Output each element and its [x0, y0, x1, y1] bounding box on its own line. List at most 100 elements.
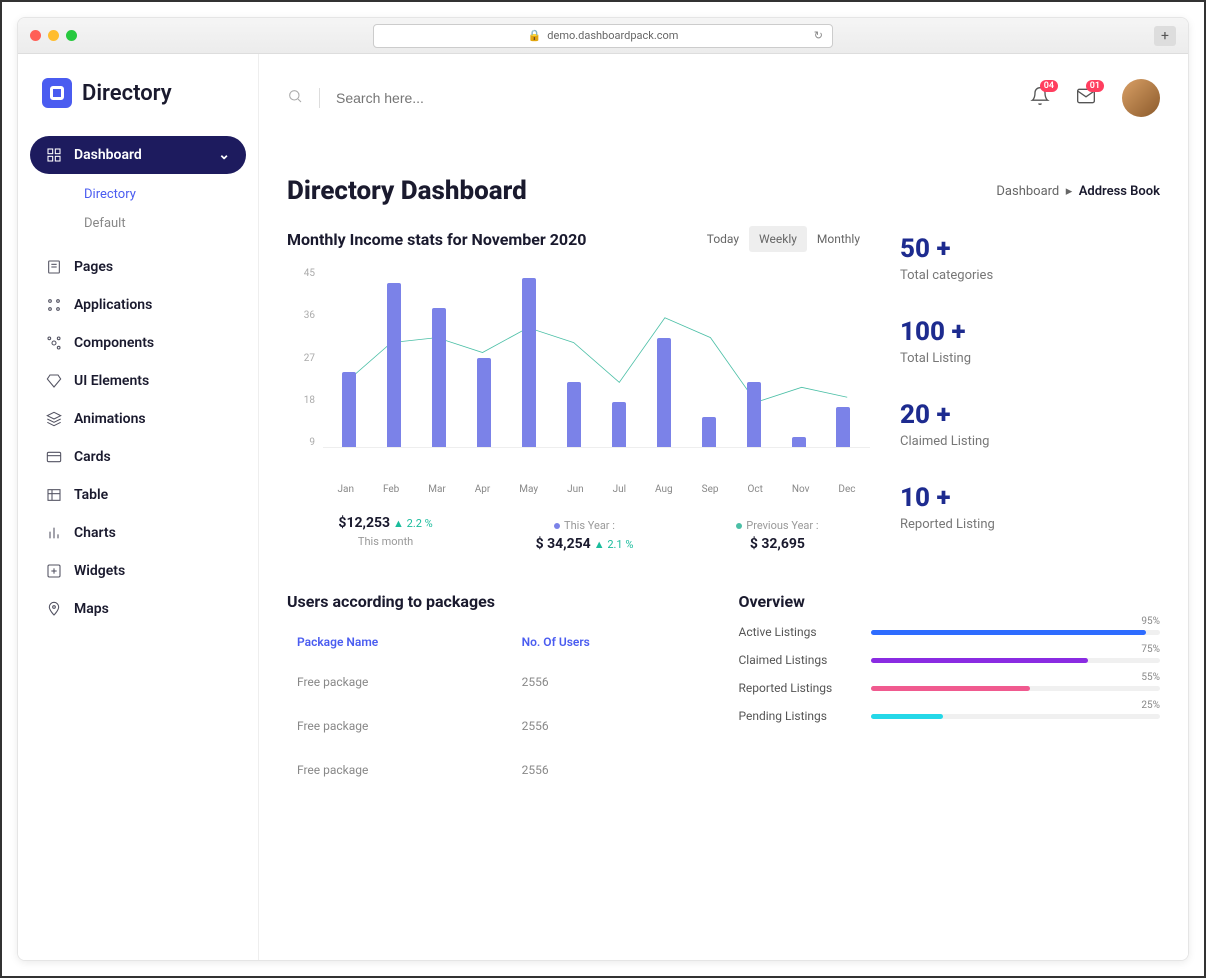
chart-bar	[836, 407, 850, 447]
sidebar-item-maps[interactable]: Maps	[30, 590, 246, 628]
stat-prev-year: Previous Year : $ 32,695	[736, 515, 818, 552]
chevron-down-icon: ⌄	[218, 147, 230, 163]
sidebar-item-components[interactable]: Components	[30, 324, 246, 362]
sidebar-item-label: Applications	[74, 297, 152, 313]
layers-icon	[46, 411, 62, 427]
sidebar-item-label: Maps	[74, 601, 109, 617]
breadcrumb-item[interactable]: Address Book	[1079, 184, 1160, 199]
sidebar-item-ui-elements[interactable]: UI Elements	[30, 362, 246, 400]
sidebar-item-charts[interactable]: Charts	[30, 514, 246, 552]
pages-icon	[46, 259, 62, 275]
progress-bar: 55%	[871, 686, 1161, 691]
side-stats: 50 +Total categories100 +Total Listing20…	[900, 226, 1160, 552]
cell-package-name: Free package	[289, 705, 512, 747]
x-tick: Feb	[383, 484, 399, 495]
x-tick: Nov	[792, 484, 810, 495]
chart-bar	[432, 308, 446, 447]
side-stat: 10 + Reported Listing	[900, 483, 1160, 532]
new-tab-button[interactable]: +	[1154, 26, 1176, 46]
table-row: Free package2556	[289, 705, 707, 747]
sidebar-item-label: Charts	[74, 525, 116, 541]
breadcrumb-item[interactable]: Dashboard	[996, 184, 1059, 199]
stat-value: 10 +	[900, 483, 1160, 513]
sidebar-item-label: Widgets	[74, 563, 125, 579]
overview-item: Claimed Listings75%	[739, 653, 1161, 667]
sidebar-sub-default[interactable]: Default	[84, 209, 246, 238]
messages-button[interactable]: 01	[1076, 86, 1096, 110]
x-tick: Sep	[702, 484, 719, 495]
chart-bar	[657, 338, 671, 447]
sidebar: Directory Dashboard ⌄ Directory Default …	[18, 54, 258, 960]
brand-logo[interactable]: Directory	[18, 78, 258, 136]
overview-label: Reported Listings	[739, 681, 859, 695]
x-tick: Dec	[838, 484, 855, 495]
stat-this-year: This Year : $ 34,254 ▲ 2.1 %	[536, 515, 634, 552]
sidebar-item-label: Animations	[74, 411, 146, 427]
stat-value: 20 +	[900, 400, 1160, 430]
chart-bar	[612, 402, 626, 447]
progress-pct: 95%	[1141, 616, 1160, 627]
url-bar[interactable]: 🔒demo.dashboardpack.com ↻	[373, 24, 833, 48]
page-title: Directory Dashboard	[287, 176, 527, 206]
browser-window: 🔒demo.dashboardpack.com ↻ + Directory Da…	[17, 17, 1189, 961]
table-row: Free package2556	[289, 661, 707, 703]
refresh-icon[interactable]: ↻	[814, 29, 823, 42]
chart-bar	[702, 417, 716, 447]
minimize-window-button[interactable]	[48, 30, 59, 41]
overview-title: Overview	[739, 592, 1161, 611]
sidebar-item-widgets[interactable]: Widgets	[30, 552, 246, 590]
diamond-icon	[46, 373, 62, 389]
sidebar-sub-directory[interactable]: Directory	[84, 180, 246, 209]
notification-badge: 04	[1040, 80, 1058, 92]
sidebar-item-cards[interactable]: Cards	[30, 438, 246, 476]
chart-bar	[522, 278, 536, 447]
x-tick: Mar	[428, 484, 446, 495]
table-header: Package Name	[289, 625, 512, 659]
breadcrumb: Dashboard ▸ Address Book	[996, 184, 1160, 199]
x-tick: Jun	[567, 484, 584, 495]
x-tick: Jan	[337, 484, 353, 495]
x-tick: May	[519, 484, 538, 495]
side-stat: 20 + Claimed Listing	[900, 400, 1160, 449]
segment-today[interactable]: Today	[697, 226, 749, 252]
cell-users: 2556	[514, 705, 707, 747]
stat-label: Reported Listing	[900, 517, 1160, 532]
chart-bar	[342, 372, 356, 447]
x-tick: Apr	[475, 484, 491, 495]
income-title: Monthly Income stats for November 2020	[287, 230, 586, 249]
chart-icon	[46, 525, 62, 541]
components-icon	[46, 335, 62, 351]
topbar: 04 01	[287, 54, 1160, 142]
segment-monthly[interactable]: Monthly	[807, 226, 870, 252]
income-card: Monthly Income stats for November 2020 T…	[287, 226, 870, 552]
sidebar-item-label: UI Elements	[74, 373, 149, 389]
progress-bar: 75%	[871, 658, 1161, 663]
brand-name: Directory	[82, 81, 172, 106]
progress-bar: 95%	[871, 630, 1161, 635]
sidebar-item-table[interactable]: Table	[30, 476, 246, 514]
table-icon	[46, 487, 62, 503]
x-tick: Aug	[655, 484, 673, 495]
search-icon[interactable]	[287, 88, 303, 108]
user-avatar[interactable]	[1122, 79, 1160, 117]
stat-this-month: $12,253 ▲ 2.2 % This month	[338, 515, 432, 552]
message-badge: 01	[1086, 80, 1104, 92]
close-window-button[interactable]	[30, 30, 41, 41]
side-stat: 100 +Total Listing	[900, 317, 1160, 366]
sidebar-item-animations[interactable]: Animations	[30, 400, 246, 438]
sidebar-item-dashboard[interactable]: Dashboard ⌄	[30, 136, 246, 174]
overview-item: Active Listings95%	[739, 625, 1161, 639]
table-header: No. Of Users	[514, 625, 707, 659]
notifications-button[interactable]: 04	[1030, 86, 1050, 110]
sidebar-item-applications[interactable]: Applications	[30, 286, 246, 324]
sidebar-item-label: Components	[74, 335, 154, 351]
stat-label: Claimed Listing	[900, 434, 1160, 449]
sidebar-item-pages[interactable]: Pages	[30, 248, 246, 286]
chart-bar	[792, 437, 806, 447]
segment-weekly[interactable]: Weekly	[749, 226, 807, 252]
chart-bar	[387, 283, 401, 447]
maximize-window-button[interactable]	[66, 30, 77, 41]
search-input[interactable]	[336, 90, 536, 106]
cell-users: 2556	[514, 749, 707, 791]
packages-table: Package Name No. Of Users Free package25…	[287, 623, 709, 793]
